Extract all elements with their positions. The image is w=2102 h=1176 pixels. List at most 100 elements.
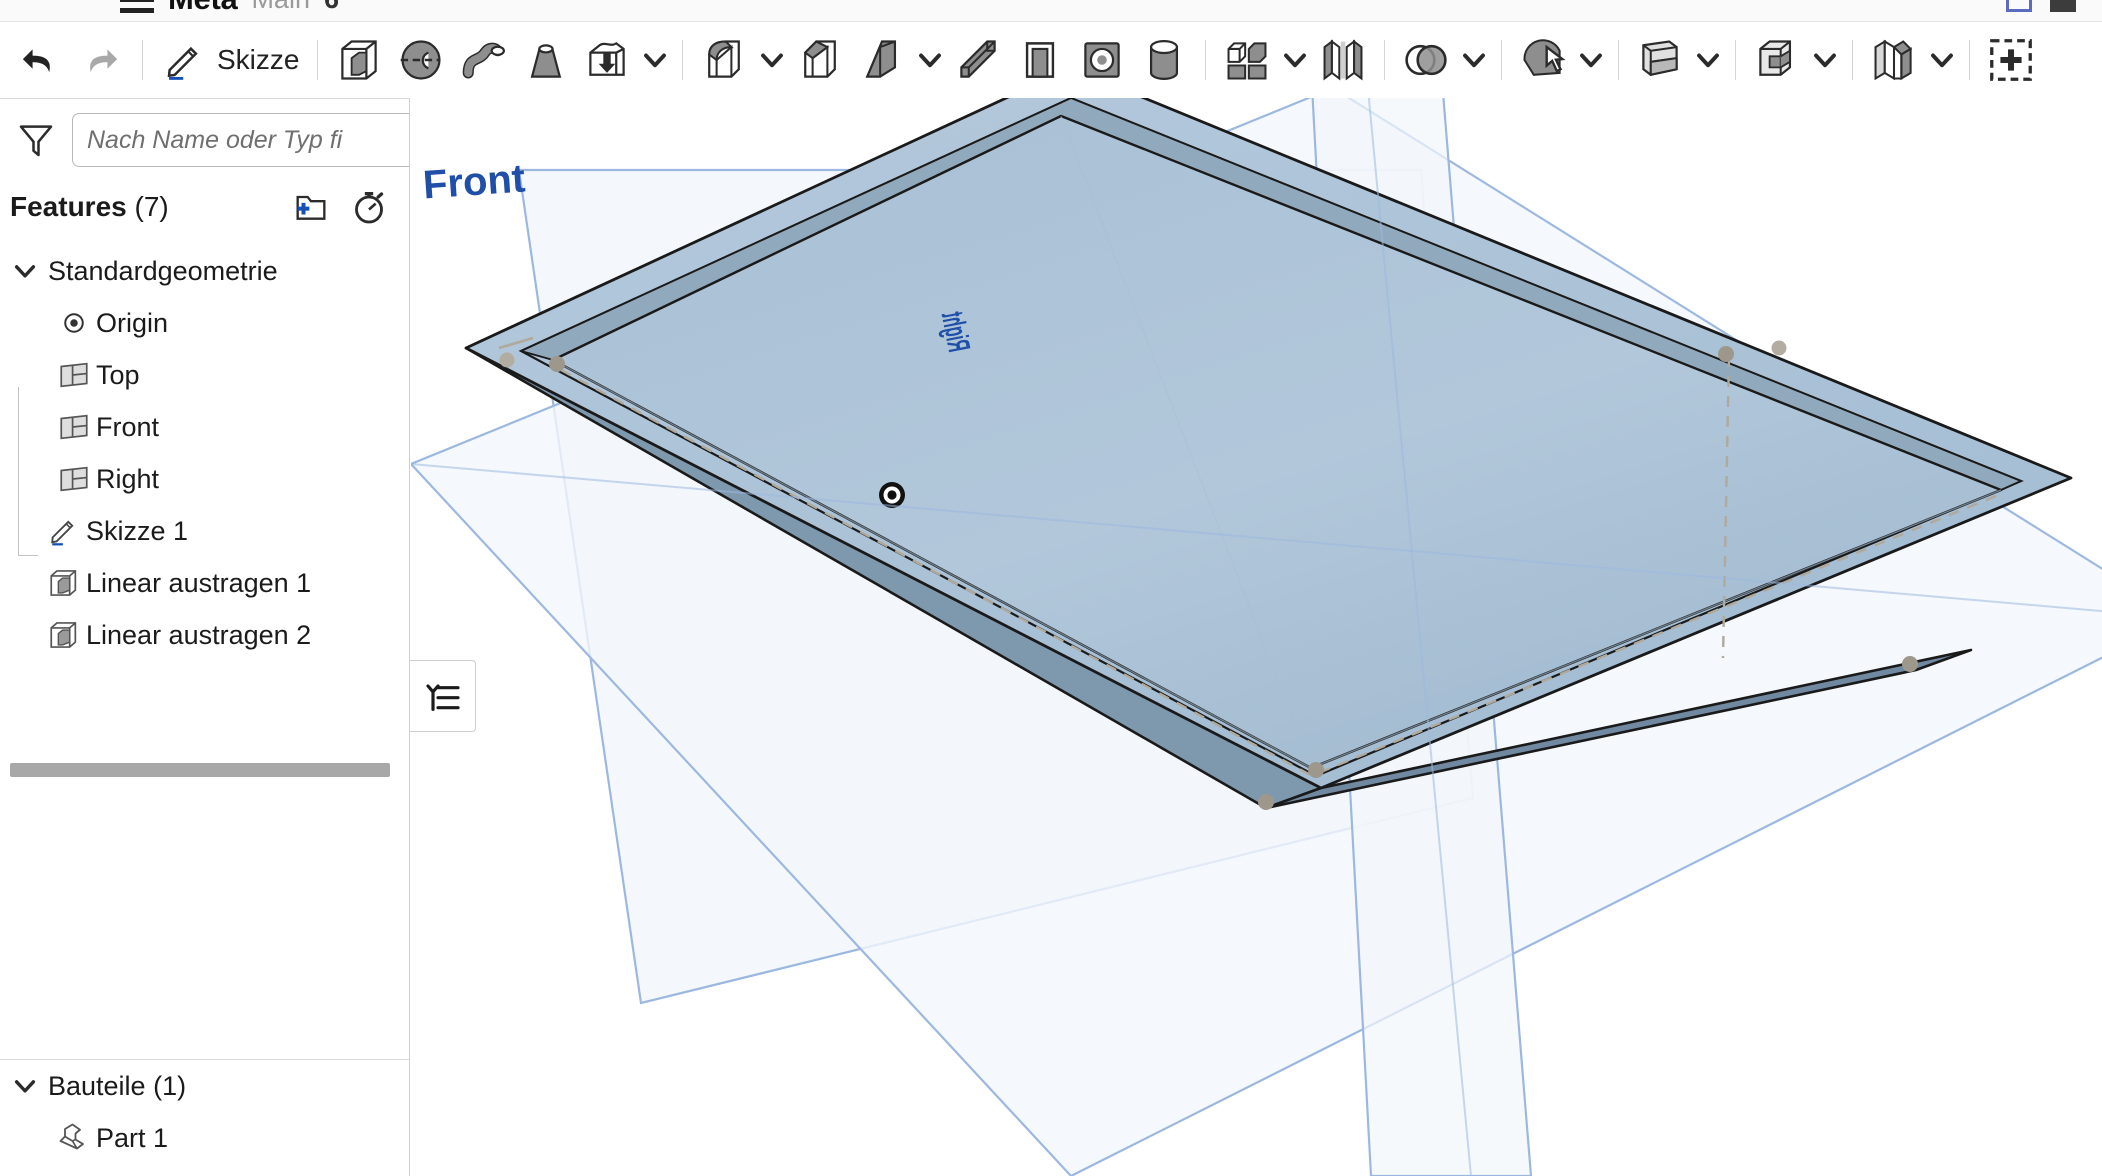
boolean-tool-caret[interactable] bbox=[1457, 29, 1491, 91]
transform-tool[interactable] bbox=[1512, 29, 1574, 91]
share-indicator-icon[interactable] bbox=[2006, 0, 2032, 12]
plane-icon bbox=[52, 462, 96, 496]
tree-item-extrude-2[interactable]: Linear austragen 2 bbox=[0, 609, 409, 661]
toolbar-separator bbox=[1735, 40, 1737, 80]
transform-tool-caret[interactable] bbox=[1574, 29, 1608, 91]
parts-count: (1) bbox=[153, 1070, 187, 1101]
draft-tool-caret[interactable] bbox=[913, 29, 947, 91]
extrude-tool[interactable] bbox=[328, 29, 390, 91]
document-bar: Meta Main 6 bbox=[0, 0, 2102, 22]
parts-section: Bauteile (1) Part 1 bbox=[0, 1059, 409, 1176]
fillet-tool-caret[interactable] bbox=[755, 29, 789, 91]
tree-item-front-plane[interactable]: Front bbox=[0, 401, 409, 453]
extrude-icon bbox=[42, 566, 86, 600]
cad-application-window: Meta Main 6 bbox=[0, 0, 2102, 1176]
features-count: (7) bbox=[134, 191, 169, 222]
stopwatch-icon[interactable] bbox=[345, 183, 393, 231]
part-icon bbox=[52, 1120, 96, 1156]
toolbar-separator bbox=[1384, 40, 1386, 80]
features-label: Features bbox=[10, 191, 127, 222]
parts-header[interactable]: Bauteile (1) bbox=[0, 1060, 409, 1112]
chamfer-tool[interactable] bbox=[789, 29, 851, 91]
offset-tool[interactable] bbox=[1746, 29, 1808, 91]
chevron-down-icon[interactable] bbox=[8, 1072, 42, 1100]
loft-tool[interactable] bbox=[514, 29, 576, 91]
pattern-tool[interactable] bbox=[1216, 29, 1278, 91]
toolbar-separator bbox=[1501, 40, 1503, 80]
tree-item-front-plane-label: Front bbox=[96, 411, 160, 442]
add-folder-icon[interactable] bbox=[287, 183, 335, 231]
thicken-tool[interactable] bbox=[576, 29, 638, 91]
tree-item-top-plane-label: Top bbox=[96, 359, 140, 390]
hamburger-menu-icon[interactable] bbox=[120, 0, 154, 13]
tree-item-origin[interactable]: Origin bbox=[0, 297, 409, 349]
tree-item-extrude-2-label: Linear austragen 2 bbox=[86, 619, 312, 650]
tree-item-default-geometry[interactable]: Standardgeometrie bbox=[0, 245, 409, 297]
user-avatar[interactable] bbox=[2050, 0, 2076, 12]
parts-item-part-1[interactable]: Part 1 bbox=[0, 1112, 409, 1164]
document-title: Meta bbox=[168, 0, 238, 17]
sketch-button-label: Skizze bbox=[217, 44, 300, 75]
toolbar-separator bbox=[1618, 40, 1620, 80]
sheetmetal-tool[interactable] bbox=[1863, 29, 1925, 91]
panel-collapse-tab[interactable] bbox=[410, 660, 476, 732]
tree-guideline bbox=[18, 387, 19, 555]
sketch-pencil-icon bbox=[42, 514, 86, 548]
undo-button[interactable] bbox=[8, 29, 70, 91]
tree-item-origin-label: Origin bbox=[96, 307, 169, 338]
tree-item-sketch-1-label: Skizze 1 bbox=[86, 515, 189, 546]
cylinder-tool[interactable] bbox=[1133, 29, 1195, 91]
tree-item-sketch-1[interactable]: Skizze 1 bbox=[0, 505, 409, 557]
revolve-tool[interactable] bbox=[390, 29, 452, 91]
tree-item-extrude-1[interactable]: Linear austragen 1 bbox=[0, 557, 409, 609]
3d-scene bbox=[411, 98, 2102, 1176]
toolbar-separator bbox=[317, 40, 319, 80]
tree-item-right-plane[interactable]: Right bbox=[0, 453, 409, 505]
split-tool[interactable] bbox=[1629, 29, 1691, 91]
branch-label[interactable]: Main bbox=[251, 0, 310, 15]
main-toolbar: Skizze bbox=[0, 22, 2102, 98]
3d-viewport[interactable]: Front Top Right bbox=[411, 98, 2102, 1176]
mirror-tool[interactable] bbox=[1312, 29, 1374, 91]
toolbar-separator bbox=[682, 40, 684, 80]
tree-item-extrude-1-label: Linear austragen 1 bbox=[86, 567, 312, 598]
draft-tool[interactable] bbox=[851, 29, 913, 91]
extrude-icon bbox=[42, 618, 86, 652]
tree-guideline-foot bbox=[18, 555, 38, 556]
thicken-tool-caret[interactable] bbox=[638, 29, 672, 91]
origin-icon bbox=[52, 308, 96, 338]
fillet-tool[interactable] bbox=[693, 29, 755, 91]
parts-label: Bauteile bbox=[48, 1070, 146, 1101]
toolbar-separator bbox=[142, 40, 143, 80]
pattern-tool-caret[interactable] bbox=[1278, 29, 1312, 91]
feature-panel: Features (7) Standardgeomet bbox=[0, 98, 410, 1176]
insert-tool[interactable] bbox=[1980, 29, 2042, 91]
shell-tool[interactable] bbox=[1009, 29, 1071, 91]
tree-item-top-plane[interactable]: Top bbox=[0, 349, 409, 401]
toolbar-separator bbox=[1969, 40, 1971, 80]
rib-tool[interactable] bbox=[947, 29, 1009, 91]
filter-row bbox=[0, 99, 409, 175]
plane-icon bbox=[52, 358, 96, 392]
chevron-down-icon[interactable] bbox=[8, 257, 42, 285]
plane-icon bbox=[52, 410, 96, 444]
sweep-tool[interactable] bbox=[452, 29, 514, 91]
feature-tree: Standardgeometrie Origin Top Front Right Skiz… bbox=[0, 241, 409, 661]
offset-tool-caret[interactable] bbox=[1808, 29, 1842, 91]
panel-horizontal-scrollbar[interactable] bbox=[10, 763, 390, 777]
sheetmetal-tool-caret[interactable] bbox=[1925, 29, 1959, 91]
filter-icon[interactable] bbox=[14, 118, 58, 162]
parts-item-label: Part 1 bbox=[96, 1122, 169, 1153]
redo-button[interactable] bbox=[70, 29, 132, 91]
tree-item-right-plane-label: Right bbox=[96, 463, 160, 494]
tree-item-default-geometry-label: Standardgeometrie bbox=[48, 255, 278, 286]
features-header: Features (7) bbox=[0, 175, 409, 241]
search-input[interactable] bbox=[72, 113, 409, 167]
hole-tool[interactable] bbox=[1071, 29, 1133, 91]
sketch-button[interactable]: Skizze bbox=[153, 29, 307, 91]
boolean-tool[interactable] bbox=[1395, 29, 1457, 91]
split-tool-caret[interactable] bbox=[1691, 29, 1725, 91]
toolbar-separator bbox=[1852, 40, 1854, 80]
toolbar-separator bbox=[1205, 40, 1207, 80]
branch-version[interactable]: 6 bbox=[324, 0, 339, 15]
